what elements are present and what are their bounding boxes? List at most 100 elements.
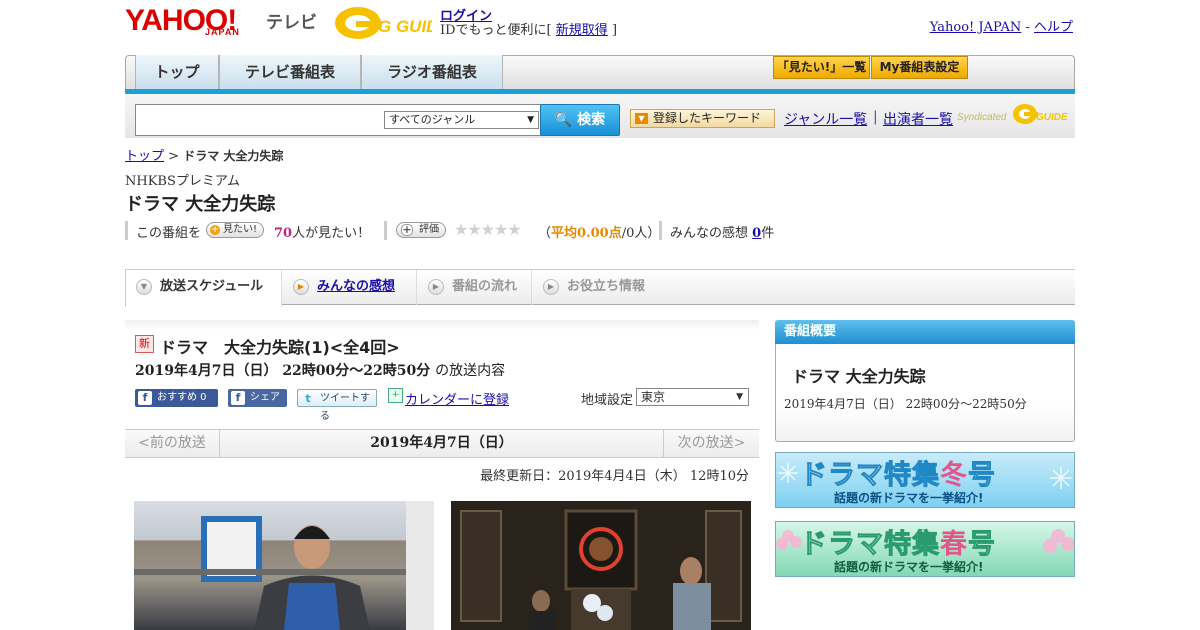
current-broadcast-date: 2019年4月7日（日）	[370, 435, 513, 451]
chevron-down-icon: ▼	[136, 279, 152, 295]
signup-link[interactable]: 新規取得	[556, 23, 608, 38]
tab-schedule-label: 放送スケジュール	[160, 279, 264, 294]
tweet-button[interactable]: t ツイートする	[297, 389, 377, 422]
play-icon: ▶	[428, 279, 444, 295]
previous-broadcast-button[interactable]: <前の放送	[125, 430, 220, 457]
want-prefix: この番組を	[136, 226, 202, 241]
login-subtext: IDでもっと便利に[ 新規取得 ]	[440, 19, 617, 38]
divider	[125, 221, 128, 240]
want-button-label: 見たい!	[223, 224, 258, 235]
reviews-count-link[interactable]: 0	[752, 226, 761, 241]
reviews-label: みんなの感想	[670, 226, 749, 241]
episode-title: ドラマ 大全力失踪(1)<全4回>	[160, 338, 400, 357]
yahoo-japan-logo-text: JAPAN	[205, 27, 240, 37]
plus-icon: +	[210, 225, 220, 235]
wishlist-button[interactable]: 「見たい!」一覧	[773, 56, 870, 79]
want-count: 70	[274, 226, 293, 241]
tab-useful-info[interactable]: ▶ お役立ち情報	[533, 270, 663, 305]
want-suffix: 人が見たい！	[292, 226, 371, 241]
play-icon: ▶	[293, 279, 309, 295]
yahoo-japan-link[interactable]: Yahoo! JAPAN	[930, 20, 1022, 35]
episode-photo-1	[134, 501, 434, 630]
gguide-small-logo: GUIDE	[1013, 104, 1068, 124]
dropdown-arrow-icon: ▼	[635, 113, 648, 124]
chevron-down-icon: ▼	[527, 115, 534, 125]
nav-tab-radio-schedule[interactable]: ラジオ番組表	[361, 55, 503, 89]
my-schedule-button[interactable]: My番組表設定	[871, 56, 968, 79]
twitter-icon: t	[305, 392, 311, 405]
saved-keywords-button[interactable]: ▼ 登録したキーワード	[630, 109, 775, 128]
tab-program-flow[interactable]: ▶ 番組の流れ	[418, 270, 532, 305]
rate-button[interactable]: + 評価	[396, 222, 446, 238]
banner-spring-title: ドラマ特集春号	[800, 522, 996, 561]
svg-text:GUIDE: GUIDE	[1036, 112, 1068, 123]
facebook-icon: f	[231, 391, 245, 405]
header-links: Yahoo! JAPAN - ヘルプ	[930, 16, 1073, 35]
average-rating: （平均0.00点/0人）	[538, 222, 660, 241]
facebook-share-button[interactable]: f シェア	[228, 389, 287, 407]
genre-select[interactable]: すべてのジャンル ▼	[384, 111, 539, 129]
breadcrumb-sep: >	[164, 149, 184, 164]
tab-schedule[interactable]: ▼ 放送スケジュール	[125, 270, 282, 307]
drama-winter-special-banner[interactable]: ドラマ特集冬号 話題の新ドラマを一挙紹介!	[775, 452, 1075, 508]
reviews-unit: 件	[761, 226, 775, 241]
nav-tab-tv-schedule[interactable]: テレビ番組表	[219, 55, 361, 89]
last-updated: 最終更新日：2019年4月4日（木） 12時10分	[480, 469, 749, 484]
search-button[interactable]: 🔍 検索	[540, 104, 620, 136]
breadcrumb: トップ > ドラマ 大全力失踪	[125, 145, 283, 164]
banner-winter-title: ドラマ特集冬号	[800, 453, 996, 492]
gguide-logo[interactable]: G GUIDE	[334, 5, 432, 41]
region-select-value: 東京	[641, 390, 666, 404]
breadcrumb-current: ドラマ 大全力失踪	[183, 149, 284, 163]
rate-button-label: 評価	[419, 224, 439, 235]
overview-datetime: 2019年4月7日（日） 22時00分～22時50分	[784, 397, 1027, 411]
breadcrumb-top-link[interactable]: トップ	[125, 149, 164, 164]
rating-stars: ★★★★★	[454, 220, 522, 239]
tab-program-flow-label: 番組の流れ	[452, 279, 518, 294]
tab-reviews[interactable]: ▶ みんなの感想	[283, 270, 417, 305]
reviews-count-text: みんなの感想 0件	[670, 222, 774, 241]
search-icon: 🔍	[554, 112, 573, 128]
genre-list-link[interactable]: ジャンル一覧	[784, 109, 867, 129]
episode-photo-2	[451, 501, 751, 630]
banner-spring-season: 春	[940, 529, 968, 560]
tweet-label: ツイートする	[320, 393, 370, 422]
region-label: 地域設定	[581, 393, 634, 408]
nav-tab-top[interactable]: トップ	[135, 55, 219, 89]
syndicated-label: Syndicated	[957, 112, 1007, 123]
banner-spring-title-b: 号	[968, 529, 996, 561]
banner-spring-title-a: ドラマ特集	[800, 529, 940, 561]
link-separator: |	[873, 109, 878, 125]
new-badge: 新	[135, 335, 154, 353]
next-broadcast-button[interactable]: 次の放送>	[663, 430, 759, 457]
tv-logo-text[interactable]: テレビ	[266, 8, 317, 33]
help-link[interactable]: ヘルプ	[1034, 20, 1073, 35]
want-to-watch-button[interactable]: + 見たい!	[206, 222, 265, 238]
banner-winter-subtitle: 話題の新ドラマを一挙紹介!	[834, 491, 984, 505]
drama-spring-special-banner[interactable]: ドラマ特集春号 話題の新ドラマを一挙紹介!	[775, 521, 1075, 577]
region-select[interactable]: 東京 ▼	[636, 388, 749, 406]
avg-count: /0人）	[621, 226, 661, 241]
plus-icon: +	[401, 223, 413, 236]
want-count-text: 70人が見たい！	[274, 222, 370, 241]
overview-title: ドラマ 大全力失踪	[792, 367, 926, 386]
search-button-label: 検索	[577, 112, 606, 128]
cast-list-link[interactable]: 出演者一覧	[883, 109, 953, 129]
login-sub-suffix: ]	[611, 23, 618, 38]
calendar-add-icon: +	[388, 388, 403, 403]
avg-value: 0.00	[577, 226, 609, 241]
add-to-calendar-link[interactable]: カレンダーに登録	[405, 389, 509, 408]
banner-winter-season: 冬	[940, 460, 968, 491]
episode-datetime: 2019年4月7日（日） 22時00分～22時50分 の放送内容	[135, 360, 505, 380]
play-icon: ▶	[543, 279, 559, 295]
episode-datetime-value: 2019年4月7日（日） 22時00分～22時50分	[135, 363, 431, 379]
facebook-recommend-button[interactable]: f おすすめ 0	[135, 389, 218, 407]
recommend-label: おすすめ 0	[157, 392, 207, 403]
channel-name: NHKBSプレミアム	[125, 174, 240, 189]
banner-spring-subtitle: 話題の新ドラマを一挙紹介!	[834, 560, 984, 574]
divider	[659, 221, 662, 240]
episode-datetime-suffix: の放送内容	[435, 363, 506, 379]
gguide-logo-text: G GUIDE	[378, 17, 432, 36]
login-sub-prefix: IDでもっと便利に[	[440, 23, 552, 38]
banner-winter-title-b: 号	[968, 460, 996, 492]
